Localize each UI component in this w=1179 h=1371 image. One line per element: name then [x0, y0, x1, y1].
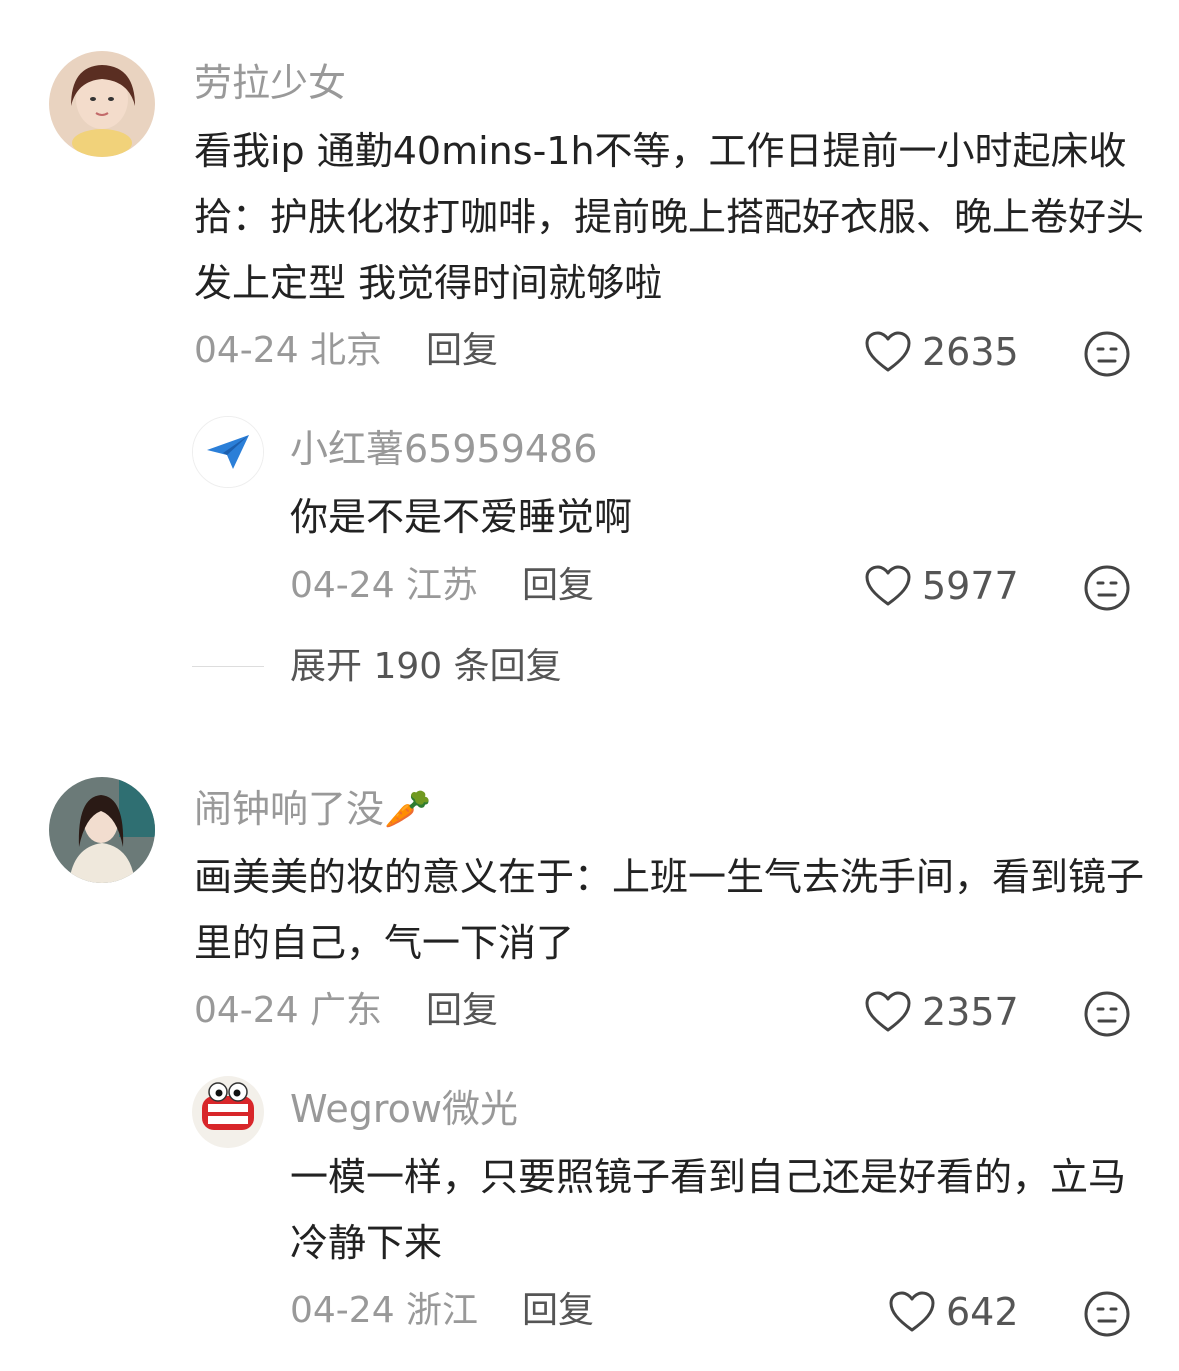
reply-text: 你是不是不爱睡觉啊	[290, 495, 633, 539]
reply-username[interactable]: 小红薯65959486	[290, 430, 597, 468]
comment-date-location: 04-24 广东	[194, 990, 383, 1031]
like-count: 642	[946, 1290, 1019, 1334]
neutral-face-icon[interactable]	[1083, 990, 1131, 1038]
paper-plane-icon	[193, 417, 263, 487]
reply-button[interactable]: 回复	[522, 568, 594, 604]
avatar[interactable]	[192, 416, 264, 488]
expand-divider	[192, 666, 264, 667]
like-button[interactable]: 642	[888, 1290, 1019, 1334]
like-button[interactable]: 2635	[864, 330, 1019, 374]
like-button[interactable]: 2357	[864, 990, 1019, 1034]
heart-outline-icon	[864, 564, 912, 608]
heart-outline-icon	[864, 990, 912, 1034]
reply-username[interactable]: Wegrow微光	[290, 1090, 518, 1128]
avatar[interactable]	[49, 51, 155, 157]
heart-outline-icon	[864, 330, 912, 374]
avatar[interactable]	[192, 1076, 264, 1148]
reply-button[interactable]: 回复	[426, 333, 498, 369]
like-count: 2357	[922, 990, 1019, 1034]
neutral-face-icon[interactable]	[1083, 330, 1131, 378]
reply-button[interactable]: 回复	[426, 993, 498, 1029]
neutral-face-icon[interactable]	[1083, 564, 1131, 612]
neutral-face-icon[interactable]	[1083, 1290, 1131, 1338]
comment-username[interactable]: 劳拉少女	[194, 64, 346, 102]
heart-outline-icon	[888, 1290, 936, 1334]
avatar[interactable]	[49, 777, 155, 883]
like-count: 5977	[922, 564, 1019, 608]
comment-username[interactable]: 闹钟响了没🥕	[194, 790, 431, 828]
reply-button[interactable]: 回复	[522, 1293, 594, 1329]
reply-date-location: 04-24 江苏	[290, 565, 479, 606]
reply-date-location: 04-24 浙江	[290, 1290, 479, 1331]
like-count: 2635	[922, 330, 1019, 374]
reply-text: 一模一样，只要照镜子看到自己还是好看的，立马冷静下来	[290, 1155, 1127, 1265]
comment-text: 画美美的妆的意义在于：上班一生气去洗手间，看到镜子里的自己，气一下消了	[194, 855, 1145, 965]
like-button[interactable]: 5977	[864, 564, 1019, 608]
comment-date-location: 04-24 北京	[194, 330, 383, 371]
comment-text: 看我ip 通勤40mins-1h不等，工作日提前一小时起床收拾：护肤化妆打咖啡，…	[194, 129, 1145, 305]
expand-replies-button[interactable]: 展开 190 条回复	[290, 649, 562, 685]
